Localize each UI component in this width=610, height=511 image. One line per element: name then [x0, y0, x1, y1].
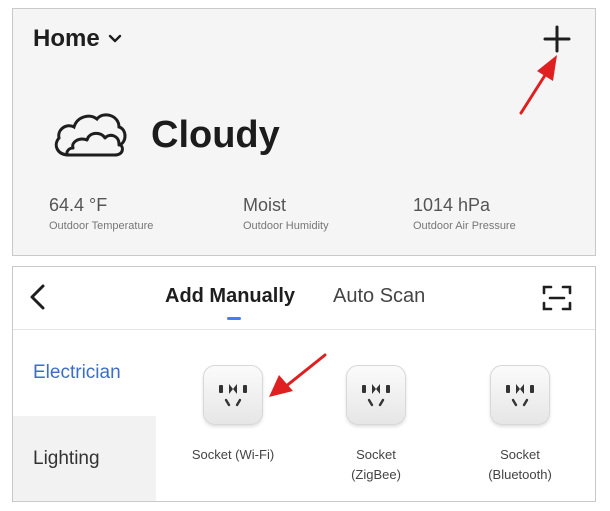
stat-pressure: 1014 hPa Outdoor Air Pressure: [413, 195, 516, 232]
device-socket-bluetooth[interactable]: Socket (Bluetooth): [460, 365, 580, 485]
socket-icon: [346, 365, 406, 425]
socket-icon: [490, 365, 550, 425]
tab-auto-scan[interactable]: Auto Scan: [333, 285, 425, 308]
plus-icon: [543, 25, 571, 53]
home-panel: Home Cloudy 64.4 °F Outdoor Temperature …: [12, 8, 596, 256]
home-title: Home: [33, 25, 100, 52]
humidity-value: Moist: [243, 195, 287, 215]
add-device-panel: Add Manually Auto Scan Electrician Light…: [12, 266, 596, 502]
chevron-down-icon: [108, 34, 121, 43]
weather-condition: Cloudy: [151, 113, 280, 156]
tab-add-manually[interactable]: Add Manually: [165, 285, 295, 308]
stat-temperature: 64.4 °F Outdoor Temperature: [49, 195, 153, 232]
socket-icon: [203, 365, 263, 425]
red-arrow-annotation: [519, 55, 557, 115]
device-name: Socket: [356, 447, 396, 462]
stat-humidity: Moist Outdoor Humidity: [243, 195, 329, 232]
device-socket-zigbee[interactable]: Socket (ZigBee): [316, 365, 436, 485]
add-device-header: Add Manually Auto Scan: [13, 267, 595, 330]
category-sidebar: Electrician Lighting: [13, 330, 156, 501]
cloud-icon: [54, 113, 127, 157]
device-name: Socket: [500, 447, 540, 462]
weather-stats: 64.4 °F Outdoor Temperature Moist Outdoo…: [49, 195, 589, 245]
humidity-label: Outdoor Humidity: [243, 220, 329, 232]
scan-icon: [542, 285, 572, 311]
scan-button[interactable]: [541, 283, 573, 313]
temperature-label: Outdoor Temperature: [49, 220, 154, 232]
weather-summary: Cloudy: [49, 107, 280, 163]
red-arrow-annotation: [269, 353, 327, 397]
active-tab-indicator: [227, 317, 241, 320]
back-button[interactable]: [27, 283, 49, 311]
sidebar-item-electrician[interactable]: Electrician: [13, 330, 156, 416]
device-name: Socket (Wi-Fi): [191, 447, 275, 462]
sidebar-item-lighting[interactable]: Lighting: [13, 416, 156, 501]
back-icon: [30, 284, 45, 310]
home-selector[interactable]: Home: [33, 25, 122, 53]
device-subtitle: (ZigBee): [351, 467, 401, 482]
pressure-label: Outdoor Air Pressure: [413, 220, 516, 232]
pressure-value: 1014 hPa: [413, 195, 491, 215]
device-subtitle: (Bluetooth): [488, 467, 552, 482]
temperature-value: 64.4 °F: [49, 195, 108, 215]
